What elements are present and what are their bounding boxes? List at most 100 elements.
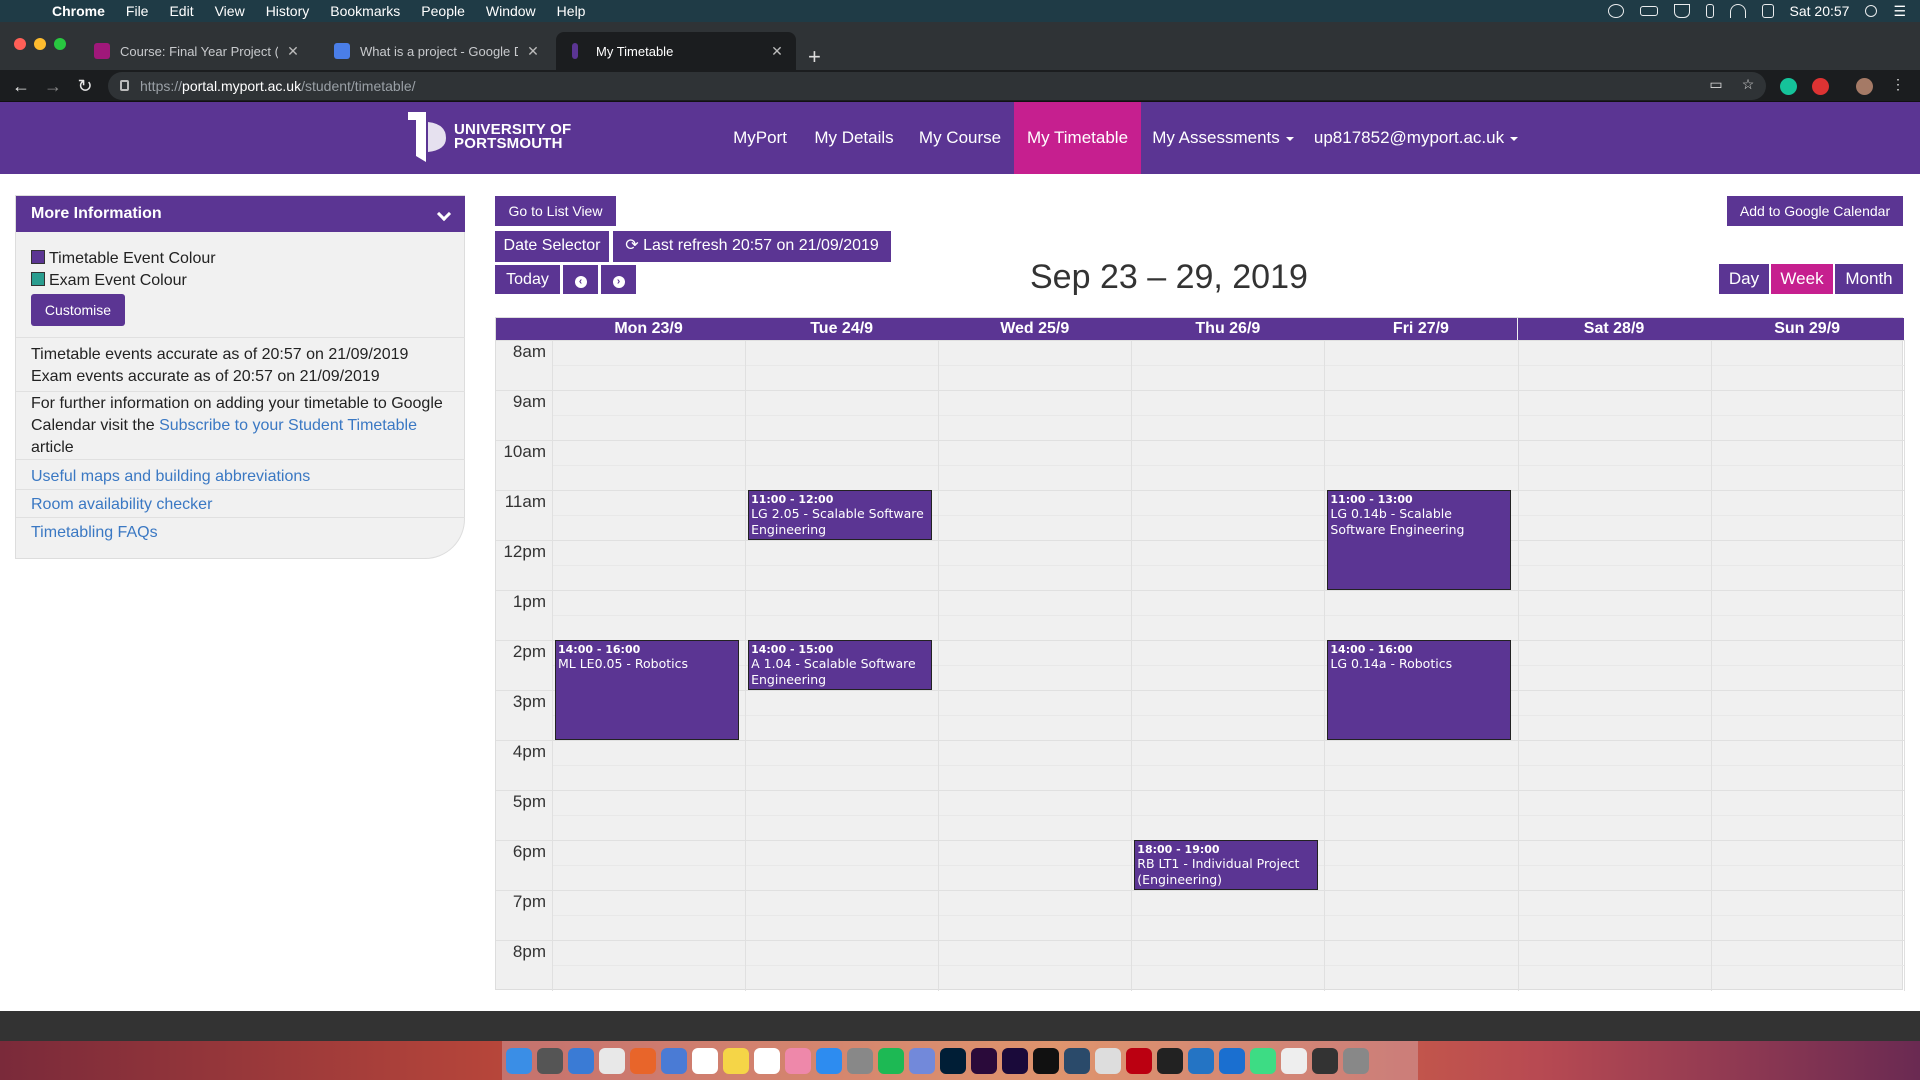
chrome-icon[interactable]: [599, 1047, 625, 1074]
extension-red-icon[interactable]: [1812, 78, 1829, 95]
forward-icon[interactable]: →: [42, 75, 64, 97]
photos-icon[interactable]: [785, 1047, 811, 1074]
nav-user-account[interactable]: up817852@myport.ac.uk: [1312, 102, 1520, 174]
finder-icon[interactable]: [506, 1047, 532, 1074]
view-week-button[interactable]: Week: [1771, 264, 1833, 294]
coffee-icon[interactable]: [1673, 4, 1690, 18]
menu-app-name[interactable]: Chrome: [52, 3, 105, 19]
chrome-menu-icon[interactable]: ⋮: [1890, 76, 1906, 92]
other2-icon[interactable]: [1095, 1047, 1121, 1074]
timetable-event[interactable]: 14:00 - 16:00 ML LE0.05 - Robotics: [555, 640, 740, 740]
grammarly-extension-icon[interactable]: [1780, 78, 1797, 95]
next-week-button[interactable]: ›: [601, 265, 636, 294]
menu-window[interactable]: Window: [486, 3, 536, 19]
tab-course[interactable]: Course: Final Year Project (PJE ✕: [78, 32, 312, 70]
university-logo[interactable]: UNIVERSITY OF PORTSMOUTH: [406, 110, 571, 164]
new-tab-icon[interactable]: +: [808, 46, 821, 68]
menu-bookmarks[interactable]: Bookmarks: [330, 3, 400, 19]
settings-icon[interactable]: [847, 1047, 873, 1074]
reminders-icon[interactable]: [754, 1047, 780, 1074]
view-day-button[interactable]: Day: [1719, 264, 1769, 294]
app-store-icon[interactable]: [816, 1047, 842, 1074]
other1-icon[interactable]: [1064, 1047, 1090, 1074]
refresh-button[interactable]: ⟳ Last refresh 20:57 on 21/09/2019: [613, 231, 891, 262]
day-column-line: [1517, 340, 1519, 991]
terminal-icon[interactable]: [1033, 1047, 1059, 1074]
timetable-event[interactable]: 11:00 - 13:00 LG 0.14b - Scalable Softwar…: [1327, 490, 1512, 590]
nav-my-assessments[interactable]: My Assessments: [1148, 102, 1298, 174]
add-to-google-calendar-button[interactable]: Add to Google Calendar: [1727, 196, 1903, 226]
customise-button[interactable]: Customise: [31, 294, 125, 326]
bluetooth-icon[interactable]: [1705, 4, 1714, 18]
date-selector-button[interactable]: Date Selector: [495, 231, 609, 262]
tab-my-timetable[interactable]: My Timetable ✕: [556, 32, 796, 70]
mail-icon[interactable]: [661, 1047, 687, 1074]
menu-edit[interactable]: Edit: [169, 3, 193, 19]
chevron-down-icon[interactable]: [436, 206, 452, 222]
calendar-icon[interactable]: [692, 1047, 718, 1074]
timetable-event[interactable]: 14:00 - 16:00 LG 0.14a - Robotics: [1327, 640, 1512, 740]
android-icon[interactable]: [1250, 1047, 1276, 1074]
timetable-event[interactable]: 18:00 - 19:00 RB LT1 - Individual Project…: [1134, 840, 1319, 890]
maximize-window-icon[interactable]: [54, 38, 66, 50]
github-icon[interactable]: [1157, 1047, 1183, 1074]
timetable-event[interactable]: 14:00 - 15:00 A 1.04 - Scalable Software …: [748, 640, 933, 690]
menu-people[interactable]: People: [421, 3, 465, 19]
folder-icon[interactable]: [1312, 1047, 1338, 1074]
hour-label: 9am: [512, 392, 546, 411]
today-button[interactable]: Today: [495, 265, 560, 294]
close-tab-icon[interactable]: ✕: [770, 43, 784, 60]
trash-icon[interactable]: [1343, 1047, 1369, 1074]
reload-icon[interactable]: ↻: [74, 75, 96, 97]
room-availability-link[interactable]: Room availability checker: [31, 494, 212, 516]
prev-week-button[interactable]: ‹: [563, 265, 598, 294]
nav-my-timetable[interactable]: My Timetable: [1014, 102, 1141, 174]
nav-myport[interactable]: MyPort: [720, 102, 800, 174]
spotlight-search-icon[interactable]: [1865, 5, 1878, 17]
menu-file[interactable]: File: [126, 3, 149, 19]
discord-icon[interactable]: [909, 1047, 935, 1074]
premiere-icon[interactable]: [971, 1047, 997, 1074]
glasses-icon[interactable]: [1639, 6, 1658, 16]
close-window-icon[interactable]: [14, 38, 26, 50]
close-tab-icon[interactable]: ✕: [526, 43, 540, 60]
firefox-icon[interactable]: [630, 1047, 656, 1074]
back-icon[interactable]: ←: [10, 75, 32, 97]
cast-icon[interactable]: ▭: [1708, 76, 1724, 92]
clock[interactable]: Sat 20:57: [1790, 3, 1850, 19]
menu-history[interactable]: History: [266, 3, 310, 19]
nav-my-course[interactable]: My Course: [908, 102, 1012, 174]
menu-view[interactable]: View: [215, 3, 245, 19]
view-month-button[interactable]: Month: [1835, 264, 1903, 294]
minimize-window-icon[interactable]: [34, 38, 46, 50]
notes-icon[interactable]: [723, 1047, 749, 1074]
after-effects-icon[interactable]: [1002, 1047, 1028, 1074]
notification-center-icon[interactable]: ☰: [1893, 3, 1906, 20]
lock-icon[interactable]: [120, 80, 129, 91]
timetable-event[interactable]: 11:00 - 12:00 LG 2.05 - Scalable Software…: [748, 490, 933, 540]
list-view-button[interactable]: Go to List View: [495, 196, 616, 226]
bookmark-star-icon[interactable]: ☆: [1740, 76, 1756, 92]
xcode-icon[interactable]: [1219, 1047, 1245, 1074]
file-icon[interactable]: [1281, 1047, 1307, 1074]
filezilla-icon[interactable]: [1126, 1047, 1152, 1074]
tab-google-doc[interactable]: What is a project - Google Doc ✕: [318, 32, 552, 70]
menu-help[interactable]: Help: [557, 3, 586, 19]
maps-abbreviations-link[interactable]: Useful maps and building abbreviations: [31, 466, 310, 488]
creative-cloud-icon[interactable]: [1607, 4, 1624, 18]
timetabling-faqs-link[interactable]: Timetabling FAQs: [31, 522, 158, 544]
more-information-header[interactable]: More Information: [16, 196, 465, 232]
profile-avatar[interactable]: [1856, 78, 1873, 95]
apple-icon[interactable]: [16, 3, 32, 19]
address-bar[interactable]: https://portal.myport.ac.uk/student/time…: [108, 72, 1766, 100]
wifi-icon[interactable]: [1729, 4, 1746, 18]
safari-icon[interactable]: [568, 1047, 594, 1074]
nav-my-details[interactable]: My Details: [806, 102, 902, 174]
subscribe-timetable-link[interactable]: Subscribe to your Student Timetable: [159, 417, 417, 434]
vscode-icon[interactable]: [1188, 1047, 1214, 1074]
launchpad-icon[interactable]: [537, 1047, 563, 1074]
volume-icon[interactable]: [1761, 4, 1774, 18]
photoshop-icon[interactable]: [940, 1047, 966, 1074]
close-tab-icon[interactable]: ✕: [286, 43, 300, 60]
spotify-icon[interactable]: [878, 1047, 904, 1074]
